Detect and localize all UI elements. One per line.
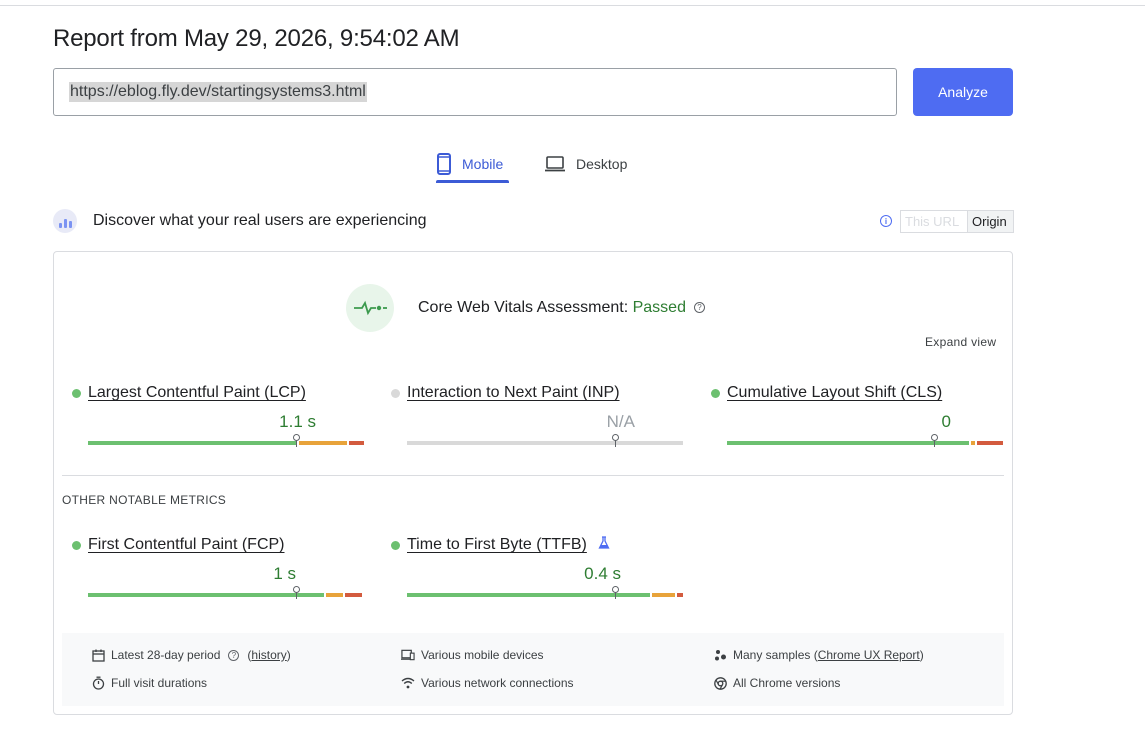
tab-mobile[interactable]: Mobile <box>436 144 509 184</box>
status-dot <box>72 541 81 550</box>
top-divider <box>0 5 1145 6</box>
distribution-segment <box>677 593 683 597</box>
expand-view-button[interactable]: Expand view <box>925 335 996 349</box>
status-dot <box>391 541 400 550</box>
cwv-assessment-status: Passed <box>632 299 686 316</box>
other-metrics-label: OTHER NOTABLE METRICS <box>62 493 227 507</box>
percentile-marker <box>293 586 300 599</box>
samples-icon <box>713 648 727 662</box>
percentile-marker <box>612 586 619 599</box>
devices-icon <box>401 648 415 662</box>
status-dot <box>391 389 400 398</box>
period-text: Latest 28-day period <box>111 648 221 662</box>
distribution-segment <box>299 441 347 445</box>
metric-value: 0.4 s <box>584 564 621 583</box>
help-icon[interactable]: ? <box>228 649 240 661</box>
history-link[interactable]: history <box>251 648 286 662</box>
percentile-marker <box>612 434 619 447</box>
origin-toggle[interactable]: Origin <box>967 211 1013 232</box>
percentile-marker <box>293 434 300 447</box>
metric-name-link[interactable]: Interaction to Next Paint (INP) <box>407 384 620 402</box>
field-data-title: Discover what your real users are experi… <box>93 212 427 229</box>
distribution-segment <box>88 441 297 445</box>
metric-value: 1.1 s <box>279 412 316 431</box>
web-vitals-pulse-icon <box>346 284 394 332</box>
tab-desktop-label: Desktop <box>576 156 628 172</box>
distribution-segment <box>407 441 683 445</box>
mobile-phone-icon <box>436 153 452 175</box>
analyze-button[interactable]: Analyze <box>913 68 1013 116</box>
calendar-icon <box>91 648 105 662</box>
chrome-ux-report-link[interactable]: Chrome UX Report <box>818 648 920 662</box>
cwv-assessment-label: Core Web Vitals Assessment: <box>418 299 633 316</box>
status-dot <box>711 389 720 398</box>
devices-text: Various mobile devices <box>421 648 544 662</box>
distribution-bar <box>88 593 364 597</box>
metric-value: 1 s <box>273 564 296 583</box>
samples-suffix: ) <box>919 648 924 662</box>
metric-name-text[interactable]: Time to First Byte (TTFB) <box>407 536 587 553</box>
distribution-bar <box>727 441 1005 445</box>
versions-text: All Chrome versions <box>733 676 841 690</box>
distribution-segment <box>652 593 675 597</box>
report-title: Report from May 29, 2026, 9:54:02 AM <box>53 25 460 52</box>
crux-users-icon <box>53 209 77 233</box>
cwv-assessment: Core Web Vitals Assessment: Passed? <box>418 299 705 317</box>
network-info: Various network connections <box>401 676 574 690</box>
tab-mobile-label: Mobile <box>462 156 504 172</box>
metric-name-link[interactable]: First Contentful Paint (FCP) <box>88 536 285 554</box>
distribution-segment <box>971 441 975 445</box>
distribution-segment <box>345 593 362 597</box>
samples-info: Many samples (Chrome UX Report) <box>713 648 924 662</box>
url-input-value[interactable]: https://eblog.fly.dev/startingsystems3.h… <box>69 82 367 102</box>
metric-value: 0 <box>941 412 951 431</box>
distribution-bar <box>407 593 685 597</box>
chrome-versions-info: All Chrome versions <box>713 676 840 690</box>
section-divider <box>62 475 1004 476</box>
metric-name-link[interactable]: Cumulative Layout Shift (CLS) <box>727 384 942 402</box>
distribution-segment <box>977 441 1003 445</box>
collection-period: Latest 28-day period ? (history) <box>91 648 291 662</box>
stopwatch-icon <box>91 676 105 690</box>
metric-value: N/A <box>606 412 635 431</box>
status-dot <box>72 389 81 398</box>
chrome-icon <box>713 676 727 690</box>
devices-info: Various mobile devices <box>401 648 544 662</box>
durations-text: Full visit durations <box>111 676 208 690</box>
wifi-icon <box>401 676 415 690</box>
distribution-segment <box>326 593 343 597</box>
experimental-flask-icon <box>598 536 610 555</box>
samples-prefix: Many samples ( <box>733 648 818 662</box>
network-text: Various network connections <box>421 676 574 690</box>
laptop-icon <box>544 156 566 172</box>
visit-durations: Full visit durations <box>91 676 207 690</box>
metric-name-link[interactable]: Time to First Byte (TTFB) <box>407 536 587 554</box>
info-icon[interactable]: i <box>880 215 892 227</box>
metric-name-link[interactable]: Largest Contentful Paint (LCP) <box>88 384 306 402</box>
distribution-segment <box>349 441 364 445</box>
help-icon[interactable]: ? <box>693 302 705 313</box>
percentile-marker <box>931 434 938 447</box>
distribution-bar <box>88 441 366 445</box>
distribution-segment <box>88 593 324 597</box>
url-origin-toggle: This URL Origin <box>900 210 1014 233</box>
tab-desktop[interactable]: Desktop <box>544 144 644 184</box>
data-conditions-footer: Latest 28-day period ? (history) Full vi… <box>62 633 1004 706</box>
url-input[interactable]: https://eblog.fly.dev/startingsystems3.h… <box>53 68 897 116</box>
history-paren: (history) <box>247 648 291 662</box>
this-url-toggle[interactable]: This URL <box>901 211 967 232</box>
distribution-bar <box>407 441 685 445</box>
